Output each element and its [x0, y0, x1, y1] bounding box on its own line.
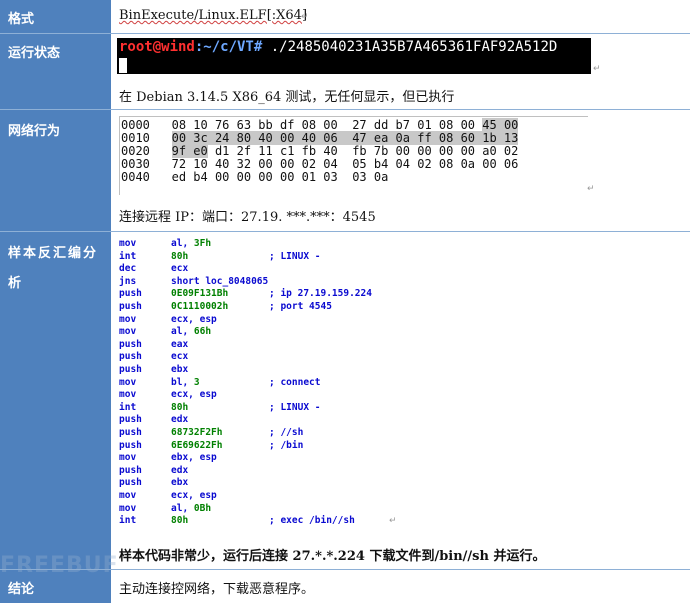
asm-operand: ecx, esp	[171, 313, 217, 325]
asm-operand: ebx	[171, 477, 189, 489]
paragraph-mark-icon: ↵	[587, 184, 595, 194]
paragraph-mark-icon: ↵	[593, 64, 601, 74]
asm-opcode: push	[119, 477, 142, 489]
asm-comment: ; ip 27.19.159.224	[269, 288, 372, 300]
run-state-note: 在 Debian 3.14.5 X86_64 测试，无任何显示，但已执行	[119, 90, 455, 105]
row-content-cell: 0000 08 10 76 63 bb df 08 00 27 dd b7 01…	[111, 110, 690, 231]
row-analysis: 样本反汇编分 析 样本代码非常少，运行后连接 27.*.*.224 下载文件到/…	[0, 232, 690, 570]
asm-opcode: push	[119, 301, 142, 312]
asm-operand: short loc_8048065	[171, 275, 269, 287]
row-run-state: 运行状态 root@wind:~/c/VT# ./2485040231A35B7…	[0, 34, 690, 110]
conclusion-value: 主动连接控网络，下载恶意程序。	[119, 582, 315, 597]
asm-opcode: mov	[119, 502, 137, 514]
asm-opcode: dec	[119, 263, 137, 275]
row-content-cell: 主动连接控网络，下载恶意程序。	[111, 570, 690, 603]
asm-opcode: push	[119, 464, 142, 476]
asm-comment: ; connect	[269, 376, 321, 388]
asm-opcode: mov	[119, 313, 137, 325]
asm-opcode: mov	[119, 389, 137, 401]
asm-operand: edx	[171, 464, 189, 476]
asm-opcode: int	[119, 250, 137, 262]
asm-operand: 80h	[171, 401, 189, 413]
asm-opcode: push	[119, 414, 142, 426]
asm-opcode: push	[119, 364, 142, 375]
asm-operand: ecx	[171, 351, 189, 363]
asm-operand: 6E69622Fh	[171, 439, 223, 451]
hex-line: 0040 ed b4 00 00 00 00 01 03 03 0a	[121, 170, 389, 184]
row-network: 网络行为 0000 08 10 76 63 bb df 08 00 27 dd …	[0, 110, 690, 232]
row-content-cell: BinExecute/Linux.ELF[:X64] ↵	[111, 0, 690, 33]
asm-opcode: mov	[119, 490, 137, 501]
row-label-cell: 运行状态	[0, 34, 111, 109]
asm-operand: al, 3Fh	[171, 238, 212, 249]
packet-hex-dump: 0000 08 10 76 63 bb df 08 00 27 dd b7 01…	[119, 116, 588, 195]
paragraph-mark-icon: ↵	[301, 12, 309, 22]
asm-opcode: push	[119, 338, 142, 350]
remote-address: 连接远程 IP：端口：27.19. ***.***：4545	[119, 210, 376, 225]
asm-operand: ebx	[171, 364, 189, 375]
asm-comment: ; /bin	[269, 439, 304, 451]
row-label-cell: 网络行为	[0, 110, 111, 231]
asm-opcode: push	[119, 439, 142, 451]
asm-operand: ebx, esp	[171, 452, 217, 464]
asm-opcode: mov	[119, 238, 137, 249]
row-label-cell: 样本反汇编分 析	[0, 232, 111, 569]
asm-comment: ; LINUX -	[269, 250, 321, 262]
watermark-logo: FREEBUF	[0, 553, 119, 578]
asm-opcode: mov	[119, 376, 137, 388]
analysis-summary: 样本代码非常少，运行后连接 27.*.*.224 下载文件到/bin//sh 并…	[119, 549, 546, 564]
asm-comment: ; //sh	[269, 427, 304, 438]
row-content-cell: root@wind:~/c/VT# ./2485040231A35B7A4653…	[111, 34, 690, 109]
label-format: 格式	[8, 12, 35, 27]
label-analysis-line2: 析	[8, 276, 22, 291]
asm-operand: 80h	[171, 250, 189, 262]
asm-operand: ecx, esp	[171, 490, 217, 501]
asm-opcode: push	[119, 351, 142, 363]
terminal-cursor	[119, 58, 127, 73]
asm-operand: ecx	[171, 263, 189, 275]
row-label-cell: 格式	[0, 0, 111, 33]
format-value: BinExecute/Linux.ELF[:X64]	[119, 8, 308, 23]
terminal-screenshot: root@wind:~/c/VT# ./2485040231A35B7A4653…	[117, 38, 591, 74]
terminal-path: :~/c/VT#	[194, 39, 263, 55]
asm-operand: al, 66h	[171, 326, 212, 338]
asm-operand: edx	[171, 414, 189, 426]
asm-opcode: jns	[119, 275, 137, 287]
row-format: 格式 BinExecute/Linux.ELF[:X64] ↵	[0, 0, 690, 34]
label-conclusion: 结论	[8, 582, 35, 597]
asm-operand: 68732F2Fh	[171, 427, 223, 438]
row-content-cell: 样本代码非常少，运行后连接 27.*.*.224 下载文件到/bin//sh 并…	[111, 232, 690, 569]
asm-operand: 80h	[171, 515, 189, 527]
asm-opcode: push	[119, 427, 142, 438]
asm-comment: ; exec /bin//sh	[269, 515, 355, 527]
label-network: 网络行为	[8, 124, 61, 139]
asm-operand: ecx, esp	[171, 389, 217, 401]
asm-operand: bl, 3	[171, 376, 200, 388]
asm-operand: 0C1110002h	[171, 301, 229, 312]
asm-opcode: mov	[119, 326, 137, 338]
asm-comment: ; LINUX -	[269, 401, 321, 413]
terminal-command: ./2485040231A35B7A465361FAF92A512D	[262, 39, 558, 55]
terminal-user: root@wind	[119, 39, 195, 55]
label-analysis-line1: 样本反汇编分	[8, 246, 99, 261]
label-run-state: 运行状态	[8, 46, 61, 61]
asm-opcode: int	[119, 401, 137, 413]
asm-operand: eax	[171, 338, 189, 350]
asm-operand: al, 0Bh	[171, 502, 212, 514]
asm-opcode: int	[119, 515, 137, 527]
asm-opcode: push	[119, 288, 142, 300]
asm-opcode: mov	[119, 452, 137, 464]
paragraph-mark-icon: ↵	[389, 516, 397, 526]
asm-comment: ; port 4545	[269, 301, 332, 312]
asm-operand: 0E09F131Bh	[171, 288, 229, 300]
